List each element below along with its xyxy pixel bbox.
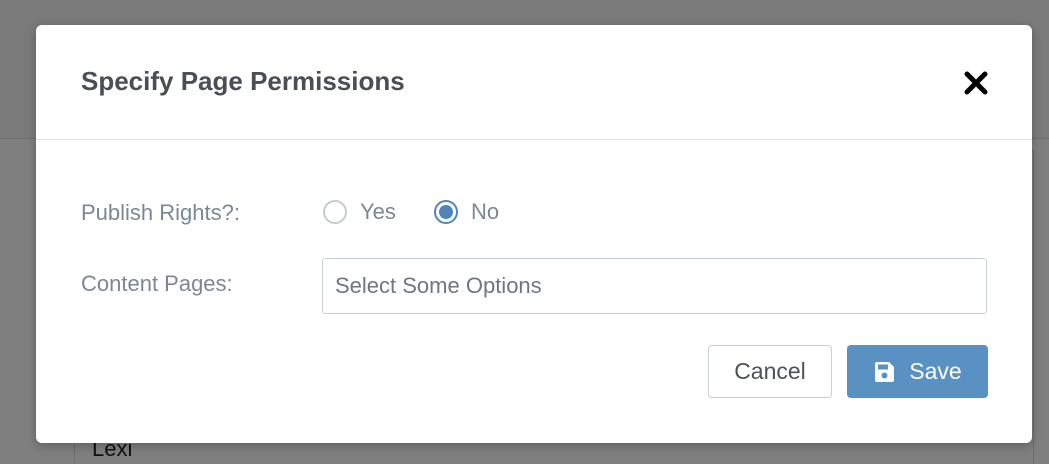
radio-yes-label[interactable]: Yes [360, 199, 396, 225]
cancel-button-label: Cancel [734, 358, 806, 384]
radio-yes[interactable]: Yes [323, 199, 396, 225]
content-pages-label: Content Pages: [81, 271, 233, 296]
save-button-label: Save [909, 358, 962, 384]
cancel-button[interactable]: Cancel [708, 345, 832, 398]
floppy-disk-icon [873, 361, 895, 383]
modal-header: Specify Page Permissions [36, 25, 1032, 140]
content-pages-select[interactable] [322, 258, 987, 314]
save-button[interactable]: Save [847, 345, 988, 398]
publish-rights-label: Publish Rights?: [81, 200, 240, 225]
radio-no-label[interactable]: No [471, 199, 499, 225]
radio-no-circle[interactable] [434, 200, 458, 224]
radio-yes-circle[interactable] [323, 200, 347, 224]
radio-no[interactable]: No [434, 199, 499, 225]
permissions-modal: Specify Page Permissions Publish Rights?… [36, 25, 1032, 443]
close-icon[interactable] [961, 68, 991, 98]
modal-title: Specify Page Permissions [81, 66, 405, 96]
